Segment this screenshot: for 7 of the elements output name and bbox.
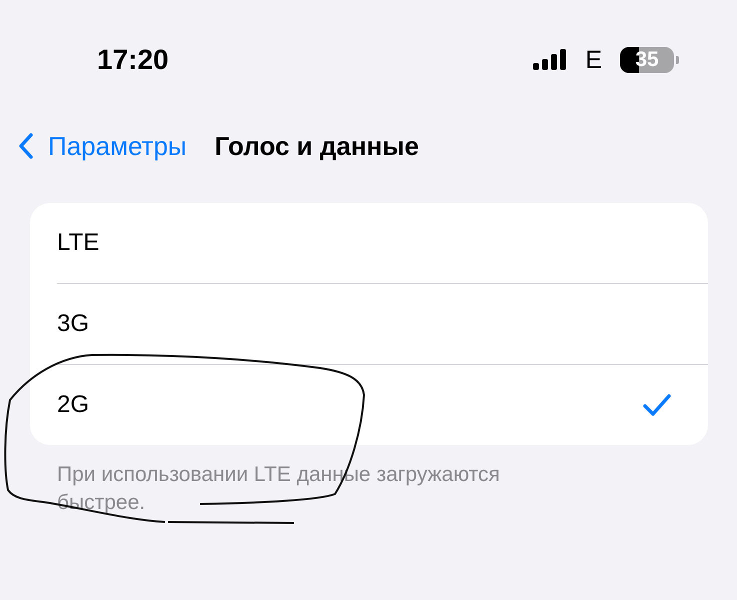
network-type: E (585, 46, 602, 74)
page-title: Голос и данные (214, 130, 419, 162)
back-button[interactable]: Параметры (18, 130, 187, 162)
option-row[interactable]: 2G (57, 364, 708, 445)
option-row[interactable]: 3G (57, 283, 708, 364)
option-row[interactable]: LTE (57, 203, 708, 283)
status-time: 17:20 (97, 44, 169, 76)
